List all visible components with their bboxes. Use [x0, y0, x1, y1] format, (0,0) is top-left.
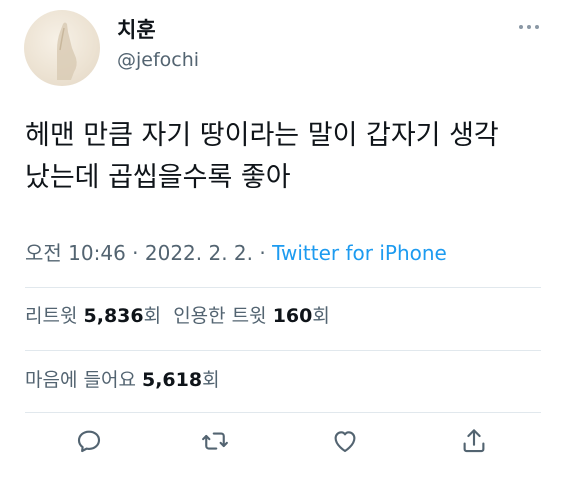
avatar[interactable] [24, 10, 100, 86]
likes-count: 5,618 [141, 369, 203, 391]
share-icon[interactable] [459, 426, 489, 456]
tweet-text: 헤맨 만큼 자기 땅이라는 말이 갑자기 생각 났는데 곱씹을수록 좋아 [25, 115, 545, 199]
divider [25, 350, 541, 351]
quotes-unit: 회 [312, 305, 330, 327]
tweet-date[interactable]: 2022. 2. 2. [145, 241, 253, 265]
meta-separator: · [253, 241, 273, 265]
tweet-time[interactable]: 오전 10:46 [25, 241, 126, 265]
retweets-stat[interactable]: 리트윗 5,836회 [25, 305, 161, 327]
likes-unit: 회 [202, 369, 220, 391]
divider [25, 412, 541, 413]
quotes-count: 160 [272, 305, 313, 327]
heart-icon[interactable] [330, 426, 360, 456]
likes-label: 마음에 들어요 [25, 369, 136, 391]
tweet-meta: 오전 10:46 · 2022. 2. 2. · Twitter for iPh… [25, 240, 447, 266]
reply-icon[interactable] [74, 426, 104, 456]
divider [25, 287, 541, 288]
likes-stat[interactable]: 마음에 들어요 5,618회 [25, 367, 220, 393]
retweets-unit: 회 [143, 305, 162, 327]
quotes-label: 인용한 트윗 [173, 305, 267, 327]
engagement-stats: 리트윗 5,836회 인용한 트윗 160회 [25, 303, 330, 329]
retweet-icon[interactable] [200, 426, 230, 456]
display-name[interactable]: 치훈 [117, 17, 156, 43]
tweet-text-line-2: 났는데 곱씹을수록 좋아 [25, 162, 291, 193]
meta-separator: · [125, 241, 145, 265]
tweet-text-line-1: 헤맨 만큼 자기 땅이라는 말이 갑자기 생각 [25, 120, 499, 151]
retweets-count: 5,836 [83, 305, 144, 327]
action-bar [0, 420, 563, 460]
avatar-image [57, 22, 77, 80]
user-handle[interactable]: @jefochi [117, 48, 199, 72]
more-horizontal-icon[interactable] [519, 22, 541, 32]
tweet-source-link[interactable]: Twitter for iPhone [272, 241, 447, 265]
retweets-label: 리트윗 [25, 305, 78, 327]
quotes-stat[interactable]: 인용한 트윗 160회 [173, 305, 330, 327]
